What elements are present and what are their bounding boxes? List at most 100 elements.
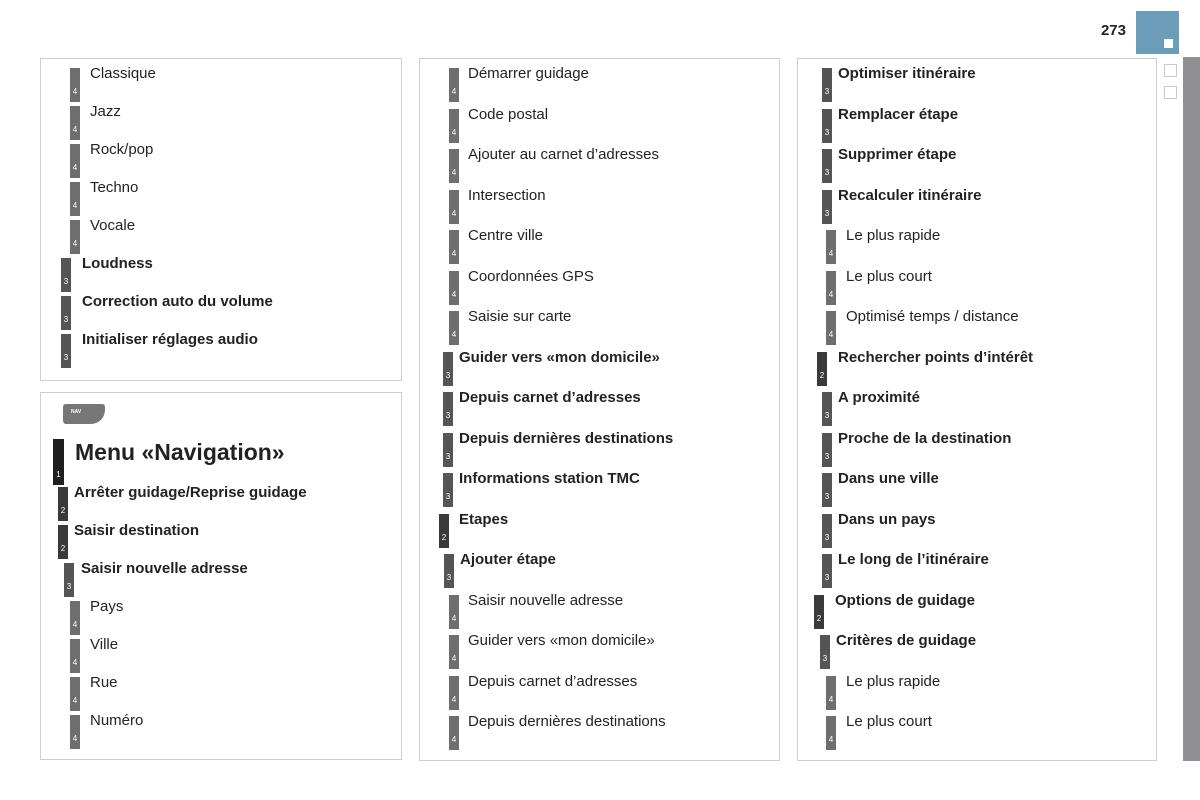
menu-item-label: Techno bbox=[90, 179, 139, 196]
menu-item-label: Saisir destination bbox=[74, 522, 200, 539]
level-4-marker: 4 bbox=[826, 230, 836, 264]
menu-item-label: Jazz bbox=[90, 103, 121, 120]
level-3-marker: 3 bbox=[822, 149, 832, 183]
menu-item-label: Arrêter guidage/Reprise guidage bbox=[74, 484, 307, 501]
level-4-marker: 4 bbox=[449, 635, 459, 669]
menu-item-label: Numéro bbox=[90, 712, 144, 729]
menu-item-label: Rue bbox=[90, 674, 118, 691]
level-3-marker: 3 bbox=[822, 190, 832, 224]
panel-destination-entry: 4 Démarrer guidage 4 Code postal 4 Ajouter au… bbox=[419, 58, 780, 761]
level-3-marker: 3 bbox=[443, 433, 453, 467]
level-4-marker: 4 bbox=[449, 68, 459, 102]
menu-item-label: Guider vers «mon domicile» bbox=[468, 632, 655, 649]
level-3-marker: 3 bbox=[443, 473, 453, 507]
level-3-marker: 3 bbox=[822, 392, 832, 426]
menu-item-label: Recalculer itinéraire bbox=[838, 187, 982, 204]
level-4-marker: 4 bbox=[449, 149, 459, 183]
menu-item-label: Le plus court bbox=[846, 713, 932, 730]
menu-item-label: Le plus court bbox=[846, 268, 932, 285]
level-3-marker: 3 bbox=[822, 514, 832, 548]
level-4-marker: 4 bbox=[449, 716, 459, 750]
menu-item-label: Ajouter étape bbox=[460, 551, 556, 568]
menu-item-label: Saisir nouvelle adresse bbox=[81, 560, 248, 577]
menu-item-label: Optimisé temps / distance bbox=[846, 308, 1019, 325]
level-2-marker: 2 bbox=[58, 525, 68, 559]
level-4-marker: 4 bbox=[70, 715, 80, 749]
menu-item-label: Coordonnées GPS bbox=[468, 268, 594, 285]
menu-item-label: Initialiser réglages audio bbox=[82, 331, 258, 348]
menu-item-label: Centre ville bbox=[468, 227, 544, 244]
menu-item-label: Démarrer guidage bbox=[468, 65, 589, 82]
level-3-marker: 3 bbox=[61, 296, 71, 330]
panel-audio-settings: 4 Classique 4 Jazz 4 Rock/pop 4 Techno 4 Vocale 3 L… bbox=[40, 58, 402, 381]
menu-item-label: Vocale bbox=[90, 217, 136, 234]
menu-item-label: Saisie sur carte bbox=[468, 308, 572, 325]
nav-key-icon: NAV bbox=[63, 404, 105, 424]
level-4-marker: 4 bbox=[70, 220, 80, 254]
level-3-marker: 3 bbox=[822, 68, 832, 102]
level-3-marker: 3 bbox=[822, 554, 832, 588]
chapter-tab bbox=[1136, 11, 1179, 54]
menu-item-label: Proche de la destination bbox=[838, 430, 1012, 447]
level-3-marker: 3 bbox=[444, 554, 454, 588]
level-4-marker: 4 bbox=[70, 677, 80, 711]
menu-item-label: Options de guidage bbox=[835, 592, 976, 609]
page-number: 273 bbox=[1100, 22, 1126, 39]
menu-item-label: Dans un pays bbox=[838, 511, 936, 528]
level-2-marker: 2 bbox=[817, 352, 827, 386]
level-4-marker: 4 bbox=[826, 271, 836, 305]
thumbnail-box bbox=[1164, 64, 1177, 77]
level-2-marker: 2 bbox=[814, 595, 824, 629]
menu-item-label: Rechercher points d’intérêt bbox=[838, 349, 1034, 366]
chapter-side-strip bbox=[1183, 57, 1200, 761]
menu-item-label: Guider vers «mon domicile» bbox=[459, 349, 660, 366]
menu-item-label: Supprimer étape bbox=[838, 146, 957, 163]
level-4-marker: 4 bbox=[449, 230, 459, 264]
menu-item-label: Classique bbox=[90, 65, 156, 82]
menu-item-label: Critères de guidage bbox=[836, 632, 977, 649]
level-4-marker: 4 bbox=[449, 595, 459, 629]
level-4-marker: 4 bbox=[70, 182, 80, 216]
level-3-marker: 3 bbox=[61, 258, 71, 292]
level-4-marker: 4 bbox=[826, 716, 836, 750]
menu-item-label: Pays bbox=[90, 598, 124, 615]
chapter-tab-marker bbox=[1164, 39, 1173, 48]
level-4-marker: 4 bbox=[449, 109, 459, 143]
level-3-marker: 3 bbox=[822, 473, 832, 507]
menu-item-label: Etapes bbox=[459, 511, 509, 528]
menu-item-label: Optimiser itinéraire bbox=[838, 65, 976, 82]
level-3-marker: 3 bbox=[822, 109, 832, 143]
level-4-marker: 4 bbox=[70, 144, 80, 178]
panel-navigation-menu: NAV 1 Menu «Navigation» 2 Arrêter guidage/R… bbox=[40, 392, 402, 760]
menu-item-label: Le plus rapide bbox=[846, 227, 941, 244]
menu-item-label: Loudness bbox=[82, 255, 153, 272]
menu-item-label: Le long de l’itinéraire bbox=[838, 551, 989, 568]
menu-item-label: Code postal bbox=[468, 106, 549, 123]
level-4-marker: 4 bbox=[70, 639, 80, 673]
panel-route-options: 3 Optimiser itinéraire 3 Remplacer étape 3 Su… bbox=[797, 58, 1157, 761]
menu-item-label: Saisir nouvelle adresse bbox=[468, 592, 624, 609]
menu-title: Menu «Navigation» bbox=[75, 439, 285, 465]
menu-item-label: Depuis carnet d’adresses bbox=[459, 389, 641, 406]
level-3-marker: 3 bbox=[822, 433, 832, 467]
menu-item-label: Rock/pop bbox=[90, 141, 154, 158]
level-3-marker: 3 bbox=[443, 392, 453, 426]
menu-item-label: Ajouter au carnet d’adresses bbox=[468, 146, 659, 163]
menu-item-label: Depuis dernières destinations bbox=[468, 713, 666, 730]
menu-item-label: Ville bbox=[90, 636, 119, 653]
menu-item-label: Depuis carnet d’adresses bbox=[468, 673, 638, 690]
level-4-marker: 4 bbox=[70, 601, 80, 635]
menu-item-label: Dans une ville bbox=[838, 470, 939, 487]
level-2-marker: 2 bbox=[439, 514, 449, 548]
level-4-marker: 4 bbox=[449, 311, 459, 345]
thumbnail-box bbox=[1164, 86, 1177, 99]
menu-item-label: Correction auto du volume bbox=[82, 293, 273, 310]
level-4-marker: 4 bbox=[449, 676, 459, 710]
menu-item-label: Le plus rapide bbox=[846, 673, 941, 690]
level-4-marker: 4 bbox=[826, 311, 836, 345]
level-1-marker: 1 bbox=[53, 439, 64, 485]
level-4-marker: 4 bbox=[826, 676, 836, 710]
menu-item-label: Remplacer étape bbox=[838, 106, 959, 123]
level-4-marker: 4 bbox=[70, 106, 80, 140]
level-3-marker: 3 bbox=[64, 563, 74, 597]
